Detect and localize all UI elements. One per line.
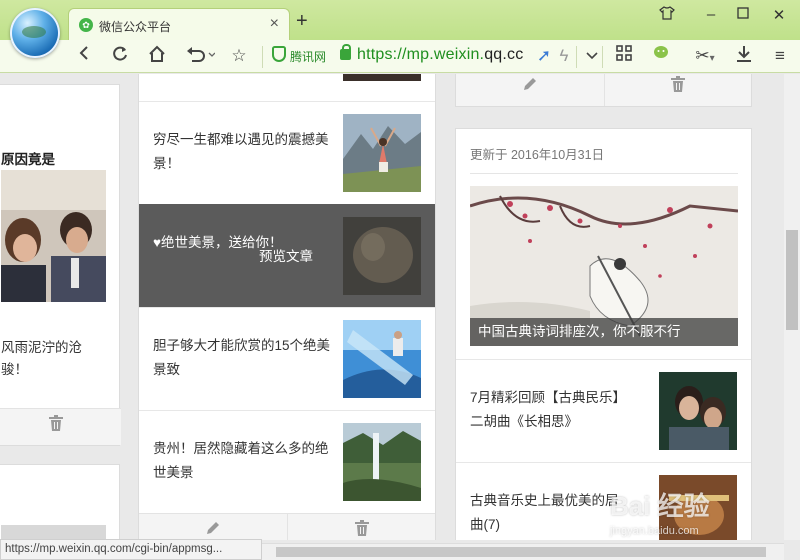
left-caption-line2: 骏！ xyxy=(1,362,28,377)
list-item[interactable]: 贵州！居然隐藏着这么多的绝世美景 xyxy=(139,410,435,513)
vertical-scrollbar[interactable] xyxy=(784,74,800,540)
edit-pencil-icon[interactable] xyxy=(139,514,287,540)
menu-hamburger-icon[interactable]: ≡ xyxy=(768,45,792,67)
skin-shirt-icon[interactable] xyxy=(656,6,678,24)
delete-trash-icon[interactable] xyxy=(603,74,752,106)
undo-close-tab-icon[interactable] xyxy=(183,45,217,67)
url-prefix: https://mp.weixin. xyxy=(357,46,485,63)
middle-article-card: 穷尽一生都难以遇见的震撼美景！ ♥绝世美景，送给你！ 预览文章 胆子够大才能欣赏… xyxy=(138,74,436,540)
security-provider-label[interactable]: 腾讯网 xyxy=(290,48,326,65)
lightning-icon[interactable]: ϟ xyxy=(552,45,576,67)
back-icon[interactable] xyxy=(72,45,96,67)
vertical-scrollbar-thumb[interactable] xyxy=(786,230,798,330)
list-item[interactable]: 穷尽一生都难以遇见的震撼美景！ xyxy=(139,101,435,204)
cover-title: 中国古典诗词排座次，你不服不行 xyxy=(470,318,738,346)
delete-trash-icon[interactable] xyxy=(287,514,435,540)
address-bar[interactable] xyxy=(262,3,602,30)
middle-card-actions xyxy=(139,513,435,540)
baidu-jingyan-watermark-logo: Bai 经验 jingyan.baidu.com xyxy=(610,486,770,546)
browser-logo-globe-icon[interactable] xyxy=(10,8,60,58)
left-next-card[interactable] xyxy=(0,464,120,540)
right-prev-card xyxy=(455,74,752,107)
article-thumbnail-image xyxy=(343,423,421,501)
horizontal-scrollbar-thumb[interactable] xyxy=(276,547,766,557)
apps-grid-icon[interactable] xyxy=(612,45,636,67)
url-text[interactable]: https://mp.weixin.qq.cc xyxy=(357,46,523,64)
updated-date: 更新于 2016年10月31日 xyxy=(470,148,605,162)
tab-title: 微信公众平台 xyxy=(99,20,172,34)
divider xyxy=(470,173,738,174)
left-caption-line1: 风雨泥泞的沧 xyxy=(1,340,82,355)
refresh-icon[interactable] xyxy=(108,45,132,67)
article-thumbnail-image xyxy=(659,372,737,450)
article-thumbnail-image xyxy=(343,320,421,398)
wechat-favicon-icon: ✿ xyxy=(79,18,93,32)
maximize-icon[interactable] xyxy=(732,6,754,23)
watermark-brand: Bai 经验 xyxy=(610,491,710,521)
list-item-hovered[interactable]: ♥绝世美景，送给你！ 预览文章 xyxy=(139,204,435,307)
article-title: 贵州！居然隐藏着这么多的绝世美景 xyxy=(153,441,329,480)
status-bar-url: https://mp.weixin.qq.com/cgi-bin/appmsg.… xyxy=(0,539,262,560)
partial-thumb-image xyxy=(343,74,421,81)
toolbar-divider xyxy=(262,46,263,68)
favorite-star-icon[interactable]: ☆ xyxy=(227,45,251,67)
address-dropdown-chevron-icon[interactable] xyxy=(580,45,604,67)
article-thumbnail-image xyxy=(343,114,421,192)
ssl-lock-icon xyxy=(340,44,351,60)
watermark-site: jingyan.baidu.com xyxy=(610,525,699,537)
right-article-card: 更新于 2016年10月31日 中国古典诗词排座次，你不服不行 7月精彩回顾【古… xyxy=(455,128,752,540)
right-prev-card-actions xyxy=(456,74,751,106)
toolbar-divider xyxy=(602,46,603,68)
url-domain: qq.cc xyxy=(484,46,524,63)
list-item[interactable]: 7月精彩回顾【古典民乐】二胡曲《长相思》 xyxy=(456,359,751,462)
delete-trash-icon[interactable] xyxy=(0,409,121,445)
article-title: 古典音乐史上最优美的居曲(7) xyxy=(470,493,619,532)
article-title: 胆子够大才能欣赏的15个绝美景致 xyxy=(153,338,331,377)
download-icon[interactable] xyxy=(732,45,756,67)
screenshot-scissors-icon[interactable]: ✂▾ xyxy=(688,45,722,67)
cover-article[interactable]: 中国古典诗词排座次，你不服不行 xyxy=(470,186,738,346)
left-headline: 原因竟是 xyxy=(1,152,55,167)
list-item[interactable]: 胆子够大才能欣赏的15个绝美景致 xyxy=(139,307,435,410)
browser-tab[interactable]: ✿ 微信公众平台 × xyxy=(68,8,290,40)
home-icon[interactable] xyxy=(145,45,169,67)
left-cover-image xyxy=(1,170,106,302)
article-title: 7月精彩回顾【古典民乐】二胡曲《长相思》 xyxy=(470,390,627,429)
edit-pencil-icon[interactable] xyxy=(456,74,604,106)
wechat-extension-icon[interactable] xyxy=(650,45,674,67)
close-window-icon[interactable]: ✕ xyxy=(768,6,790,24)
minimize-icon[interactable]: – xyxy=(700,6,722,23)
left-card-actions xyxy=(0,408,121,445)
page-content: 原因竟是 风雨泥泞的沧 骏！ 穷尽一生都难以遇见的震撼美景！ ♥绝世美景，送给你… xyxy=(0,74,800,540)
preview-article-button[interactable]: 预览文章 xyxy=(259,245,313,265)
article-title: 穷尽一生都难以遇见的震撼美景！ xyxy=(153,132,329,171)
left-article-card[interactable]: 原因竟是 风雨泥泞的沧 骏！ xyxy=(0,84,121,446)
left-next-cover-image xyxy=(1,525,106,540)
toolbar-divider xyxy=(576,46,577,68)
security-shield-icon[interactable] xyxy=(272,46,286,62)
article-thumbnail-image xyxy=(343,217,421,295)
